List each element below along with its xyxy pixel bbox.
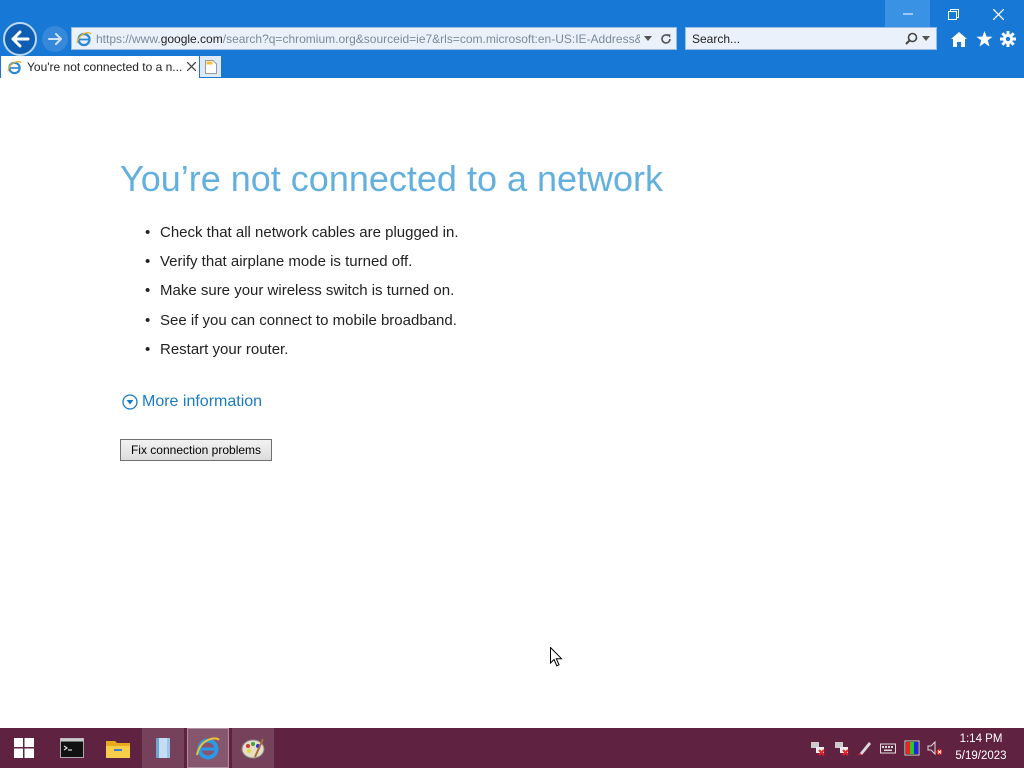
tip-text: Check that all network cables are plugge… [160, 224, 459, 241]
close-button[interactable] [976, 0, 1021, 28]
dropdown-icon [644, 36, 652, 41]
speaker-muted-icon[interactable] [927, 740, 943, 756]
ie-favicon [7, 60, 22, 74]
tip-text: Verify that airplane mode is turned off. [160, 253, 413, 271]
close-icon [993, 8, 1004, 20]
bullet: • [145, 311, 151, 329]
tools-button[interactable] [999, 30, 1017, 48]
fix-connection-problems-button[interactable]: Fix connection problems [120, 439, 272, 461]
address-dropdown-button[interactable] [640, 36, 656, 41]
page-title: You’re not connected to a network [120, 158, 664, 199]
tab-title: You're not connected to a n... [27, 60, 183, 74]
taskbar-internet-explorer[interactable] [187, 728, 229, 768]
windows-logo-icon [14, 738, 34, 758]
command-prompt-icon [60, 738, 84, 758]
minimize-button[interactable] [885, 0, 930, 28]
address-bar[interactable]: https://www.google.com/search?q=chromium… [71, 27, 677, 50]
clock-time: 1:14 PM [959, 733, 1003, 745]
pen-icon[interactable] [857, 740, 873, 756]
search-input[interactable] [686, 30, 900, 47]
taskbar-paint[interactable] [232, 728, 274, 768]
url-path: /search?q=chromium.org&sourceid=ie7&rls=… [222, 31, 640, 46]
taskbar [0, 728, 1024, 768]
back-button[interactable] [3, 22, 37, 56]
restore-icon [948, 8, 959, 20]
start-button[interactable] [3, 728, 45, 768]
tab-active[interactable]: You're not connected to a n... [1, 56, 199, 78]
tab-close-button[interactable] [186, 60, 197, 75]
clock-date: 5/19/2023 [955, 750, 1007, 762]
close-icon [186, 61, 197, 71]
dropdown-icon [922, 36, 930, 41]
list-item: • See if you can connect to mobile broadb… [145, 310, 459, 339]
search-icon [904, 32, 917, 45]
bullet: • [145, 224, 151, 241]
internet-explorer-icon [196, 737, 220, 760]
tip-text: Restart your router. [160, 340, 289, 358]
app-icon [156, 738, 170, 758]
more-information-link[interactable]: More information [122, 393, 262, 411]
taskbar-clock[interactable]: 1:14 PM 5/19/2023 [944, 731, 1018, 765]
paint-palette-icon [241, 738, 265, 759]
taskbar-file-explorer[interactable] [98, 728, 138, 768]
forward-icon [48, 33, 62, 45]
search-button[interactable] [900, 32, 922, 45]
bullet: • [145, 282, 151, 300]
network-icon[interactable] [810, 740, 826, 756]
back-icon [11, 30, 30, 48]
taskbar-command-prompt[interactable] [52, 728, 92, 768]
url-prefix: https://www. [96, 31, 161, 46]
list-item: • Restart your router. [145, 339, 459, 368]
more-information-label: More information [142, 393, 263, 410]
taskbar-app[interactable] [142, 728, 184, 768]
new-tab-icon [204, 59, 217, 74]
keyboard-icon[interactable] [880, 740, 896, 756]
favorites-button[interactable] [975, 30, 993, 48]
color-display-icon[interactable] [904, 740, 920, 756]
gear-icon [1000, 31, 1016, 47]
expand-circle-icon [122, 394, 138, 410]
list-item: • Check that all network cables are plugg… [145, 222, 459, 251]
troubleshooting-list: • Check that all network cables are plugg… [145, 222, 459, 368]
refresh-button[interactable] [656, 33, 676, 45]
restore-button[interactable] [931, 0, 976, 28]
home-button[interactable] [950, 30, 968, 48]
search-dropdown-button[interactable] [922, 34, 936, 43]
new-tab-button[interactable] [200, 56, 221, 77]
url-domain: google.com [160, 31, 223, 46]
network-icon[interactable] [834, 740, 850, 756]
search-box[interactable] [685, 27, 937, 50]
address-url[interactable]: https://www.google.com/search?q=chromium… [96, 32, 640, 46]
mouse-cursor-icon [550, 647, 563, 667]
tip-text: See if you can connect to mobile broadba… [160, 311, 457, 329]
ie-favicon [76, 31, 92, 46]
minimize-icon [902, 13, 913, 15]
home-icon [951, 31, 967, 47]
list-item: • Make sure your wireless switch is turne… [145, 280, 459, 309]
star-icon [976, 31, 992, 47]
list-item: • Verify that airplane mode is turned off… [145, 251, 459, 280]
forward-button[interactable] [42, 26, 68, 52]
bullet: • [145, 340, 151, 358]
tip-text: Make sure your wireless switch is turned… [160, 282, 455, 300]
bullet: • [145, 253, 151, 271]
browser-chrome: https://www.google.com/search?q=chromium… [0, 0, 1024, 78]
folder-icon [106, 741, 130, 758]
refresh-icon [661, 33, 671, 44]
